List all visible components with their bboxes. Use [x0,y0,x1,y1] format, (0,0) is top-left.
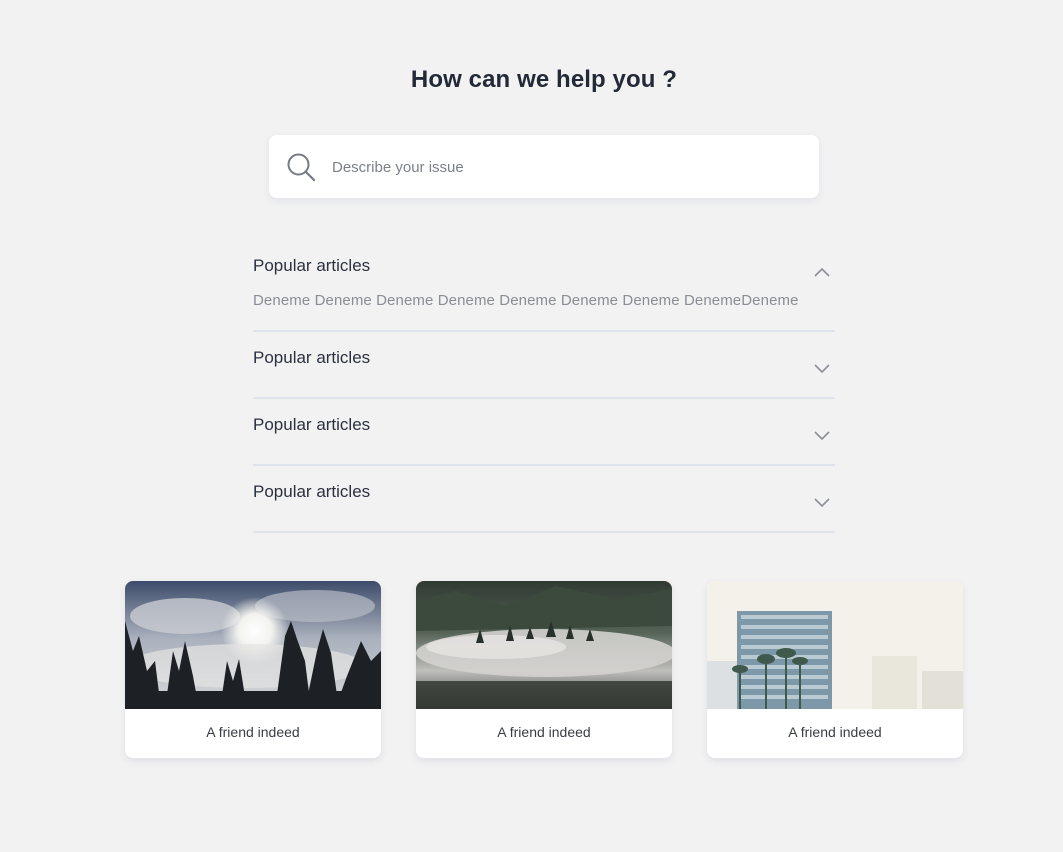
card-label: A friend indeed [788,724,882,740]
article-card-2[interactable]: A friend indeed [416,581,672,758]
search-box[interactable] [269,135,819,198]
accordion-item-3: Popular articles [253,399,835,466]
accordion-title: Popular articles [253,256,371,275]
chevron-down-icon[interactable] [813,496,831,508]
faq-accordion: Popular articles Deneme Deneme Deneme De… [253,240,835,533]
accordion-title: Popular articles [253,348,371,367]
article-card-1[interactable]: A friend indeed [125,581,381,758]
article-card-3[interactable]: A friend indeed [707,581,963,758]
accordion-item-1: Popular articles Deneme Deneme Deneme De… [253,240,835,332]
accordion-content: Deneme Deneme Deneme Deneme Deneme Denem… [253,292,799,309]
accordion-header-2[interactable]: Popular articles [253,332,835,397]
forest-image [125,581,381,709]
page-title: How can we help you ? [410,66,678,93]
foggy-forest-image [416,581,672,709]
search-input[interactable] [332,152,792,182]
accordion-header-4[interactable]: Popular articles [253,466,835,531]
card-label: A friend indeed [206,724,300,740]
accordion-item-4: Popular articles [253,466,835,533]
chevron-down-icon[interactable] [813,429,831,441]
accordion-item-2: Popular articles [253,332,835,399]
accordion-title: Popular articles [253,482,371,501]
chevron-down-icon[interactable] [813,362,831,374]
chevron-up-icon[interactable] [813,266,831,278]
search-icon [287,153,316,182]
accordion-title: Popular articles [253,415,371,434]
building-image [707,581,963,709]
accordion-header-1[interactable]: Popular articles [253,240,835,292]
accordion-header-3[interactable]: Popular articles [253,399,835,464]
card-label: A friend indeed [497,724,591,740]
